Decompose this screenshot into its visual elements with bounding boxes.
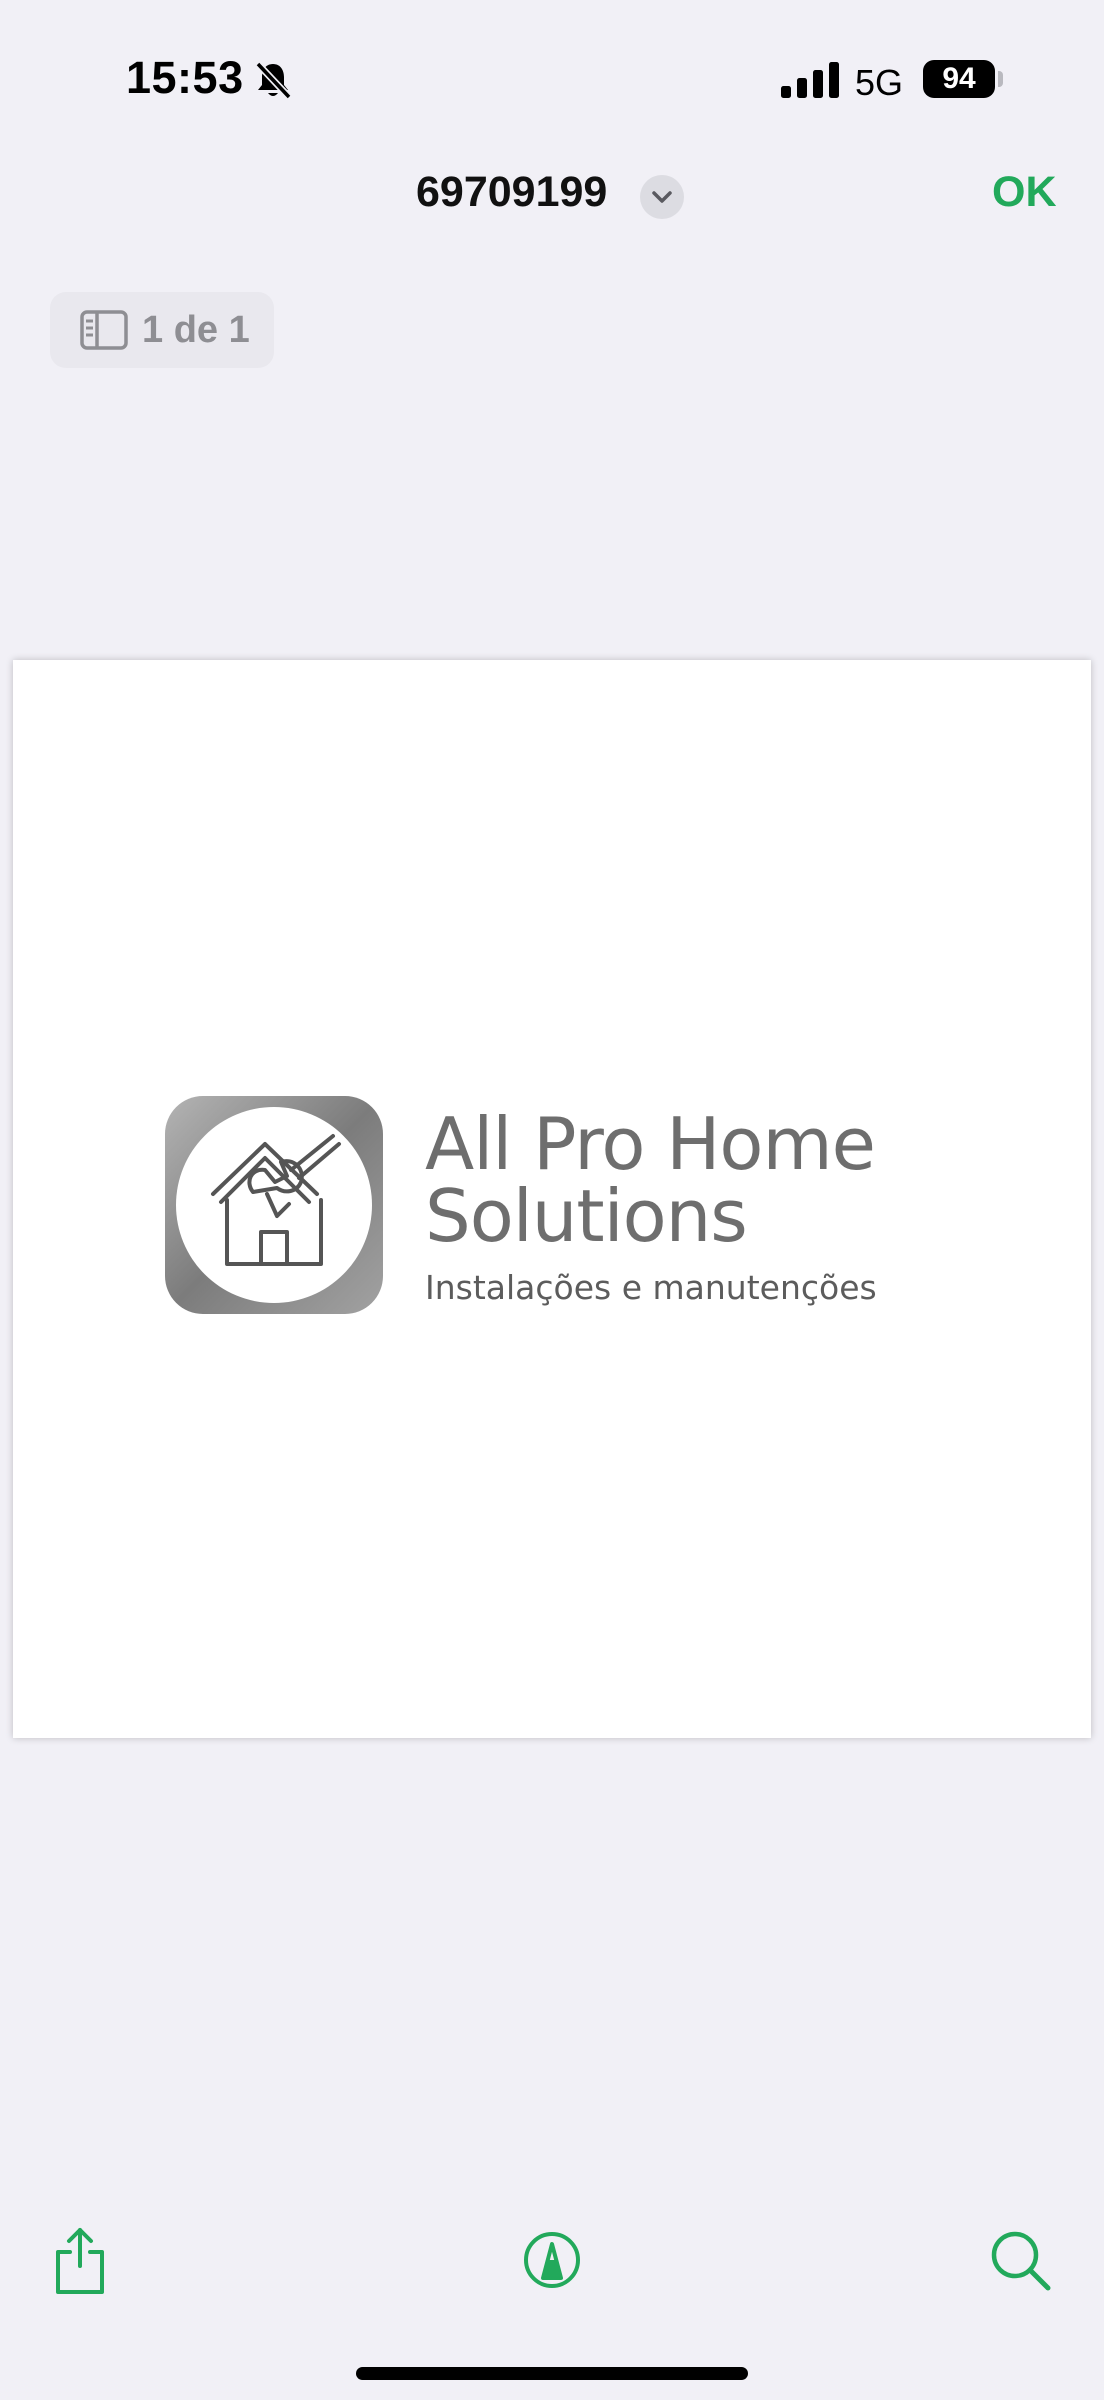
markup-pen-icon: [524, 2232, 580, 2288]
battery-indicator: 94: [923, 60, 995, 98]
cellular-signal-icon: [781, 62, 839, 98]
sidebar-icon: [80, 310, 128, 350]
markup-button[interactable]: [512, 2220, 592, 2300]
share-button[interactable]: [40, 2220, 120, 2300]
chevron-down-icon: [652, 191, 672, 203]
search-icon: [991, 2231, 1051, 2291]
home-indicator[interactable]: [356, 2367, 748, 2380]
document-title[interactable]: 69709199: [416, 168, 607, 217]
ok-button[interactable]: OK: [992, 168, 1057, 217]
battery-level: 94: [942, 62, 976, 95]
status-time: 15:53: [126, 52, 244, 103]
network-type: 5G: [855, 62, 904, 103]
page-indicator[interactable]: 1 de 1: [50, 292, 274, 368]
page-count-label: 1 de 1: [142, 308, 250, 351]
brand-name-line2: Solutions: [425, 1174, 748, 1258]
search-button[interactable]: [980, 2220, 1060, 2300]
house-wrench-logo-icon: [165, 1096, 383, 1314]
document-page[interactable]: All Pro Home Solutions Instalações e man…: [13, 660, 1091, 1738]
brand-tagline: Instalações e manutenções: [425, 1268, 877, 1307]
brand-name: All Pro Home Solutions: [425, 1108, 1045, 1252]
bell-slash-icon: [255, 61, 292, 100]
share-icon: [56, 2228, 104, 2294]
title-menu-button[interactable]: [640, 175, 684, 219]
brand-name-line1: All Pro Home: [425, 1102, 876, 1186]
battery-cap: [998, 71, 1003, 87]
